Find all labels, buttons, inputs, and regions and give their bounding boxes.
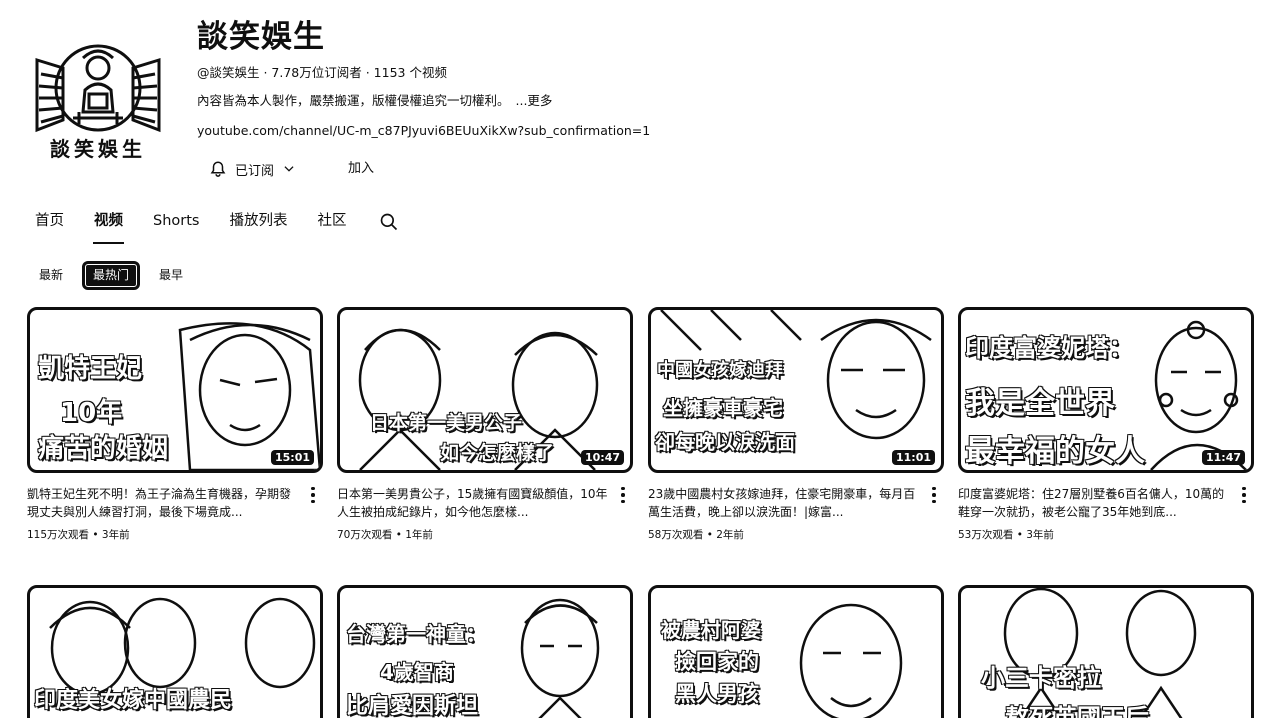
- tab-videos[interactable]: 视频: [79, 200, 138, 244]
- video-thumbnail[interactable]: 台灣第一神童： 4歲智商比肩愛因斯坦: [337, 585, 633, 718]
- thumbnail-caption: 4歲智商: [379, 659, 454, 684]
- thumbnail-caption: 最幸福的女人: [964, 433, 1145, 469]
- thumbnail-caption: 撿回家的: [674, 649, 759, 674]
- thumbnail-caption: 卻每晚以淚洗面: [654, 429, 795, 454]
- channel-info: 談笑娛生 @談笑娛生 · 7.78万位订阅者 · 1153 个视频 內容皆為本人…: [197, 16, 897, 140]
- tab-home[interactable]: 首页: [20, 200, 79, 244]
- avatar-text: 談笑娛生: [50, 137, 146, 161]
- channel-tabs: 首页 视频 Shorts 播放列表 社区: [20, 200, 411, 244]
- thumbnail-caption: 痛苦的婚姻: [37, 433, 169, 464]
- video-details: 日本第一美男貴公子，15歲擁有國寶級顏值，10年人生被拍成紀錄片，如今他怎麼樣.…: [337, 485, 633, 542]
- thumbnail-caption: 如今怎麼樣了: [439, 441, 555, 464]
- channel-link[interactable]: youtube.com/channel/UC-m_c87PJyuvi6BEUuX…: [197, 122, 897, 140]
- thumbnail-caption: 黑人男孩: [674, 681, 759, 706]
- video-thumbnail[interactable]: 中國女孩嫁迪拜 坐擁豪車豪宅 卻每晚以淚洗面 11:01: [648, 307, 944, 473]
- video-title[interactable]: 凱特王妃生死不明！為王子淪為生育機器，孕期發現丈夫與別人練習打洞，最後下場竟成.…: [27, 485, 299, 521]
- video-thumbnail[interactable]: 凱特王妃 10年痛苦的婚姻 15:01: [27, 307, 323, 473]
- video-duration-badge: 11:47: [1201, 450, 1245, 465]
- join-button[interactable]: 加入: [336, 154, 386, 184]
- video-thumbnail[interactable]: 小三卡密拉熬死英國王后: [958, 585, 1254, 718]
- bell-icon: [209, 160, 227, 178]
- video-thumbnail[interactable]: 印度富婆妮塔： 我是全世界最幸福的女人 11:47: [958, 307, 1254, 473]
- video-card[interactable]: 印度富婆妮塔： 我是全世界最幸福的女人 11:47 印度富婆妮塔：住27層別墅養6百名…: [958, 307, 1254, 542]
- video-stats: 115万次观看 • 3年前: [27, 529, 130, 541]
- chevron-down-icon: [282, 162, 296, 176]
- video-stats: 58万次观看 • 2年前: [648, 529, 744, 541]
- thumbnail-caption: 印度富婆妮塔：: [964, 333, 1133, 362]
- video-thumbnail[interactable]: 日本第一美男公子如今怎麼樣了 10:47: [337, 307, 633, 473]
- channel-avatar[interactable]: 談笑娛生: [33, 38, 163, 164]
- channel-description[interactable]: 內容皆為本人製作，嚴禁搬運，版權侵權追究一切權利。 ...更多: [197, 92, 897, 110]
- sort-popular-chip[interactable]: 最热门: [82, 261, 141, 290]
- video-stats: 70万次观看 • 1年前: [337, 529, 433, 541]
- video-thumbnail[interactable]: 被農村阿婆撿回家的黑人男孩: [648, 585, 944, 718]
- video-title[interactable]: 23歲中國農村女孩嫁迪拜，住豪宅開豪車，每月百萬生活費，晚上卻以淚洗面！|嫁富.…: [648, 485, 920, 521]
- more-link[interactable]: ...更多: [516, 93, 553, 108]
- thumbnail-caption: 印度美女嫁中國農民: [33, 687, 233, 713]
- thumbnail-caption: 凱特王妃: [37, 353, 143, 384]
- tab-playlists[interactable]: 播放列表: [214, 200, 302, 244]
- video-details: 印度富婆妮塔：住27層別墅養6百名傭人，10萬的鞋穿一次就扔，被老公寵了35年她…: [958, 485, 1254, 542]
- description-text: 內容皆為本人製作，嚴禁搬運，版權侵權追究一切權利。: [197, 93, 510, 108]
- video-title[interactable]: 日本第一美男貴公子，15歲擁有國寶級顏值，10年人生被拍成紀錄片，如今他怎麼樣.…: [337, 485, 609, 521]
- video-card[interactable]: 印度美女嫁中國農民: [27, 585, 323, 718]
- thumbnail-caption: 台灣第一神童：: [345, 621, 486, 646]
- video-card[interactable]: 中國女孩嫁迪拜 坐擁豪車豪宅 卻每晚以淚洗面 11:01 23歲中國農村女孩嫁迪拜，住豪…: [648, 307, 944, 542]
- video-card[interactable]: 台灣第一神童： 4歲智商比肩愛因斯坦: [337, 585, 633, 718]
- video-stats: 53万次观看 • 3年前: [958, 529, 1054, 541]
- channel-logo: 談笑娛生: [35, 44, 161, 161]
- subscribed-button[interactable]: 已订阅: [197, 154, 308, 184]
- tab-community[interactable]: 社区: [302, 200, 361, 244]
- more-actions-icon[interactable]: [926, 485, 942, 505]
- channel-name: 談笑娛生: [197, 19, 325, 55]
- more-actions-icon[interactable]: [615, 485, 631, 505]
- video-duration-badge: 15:01: [270, 450, 314, 465]
- video-duration-badge: 11:01: [891, 450, 935, 465]
- channel-search-icon[interactable]: [367, 200, 411, 244]
- tab-shorts[interactable]: Shorts: [138, 200, 214, 244]
- thumbnail-caption: 比肩愛因斯坦: [345, 693, 479, 718]
- video-duration-badge: 10:47: [580, 450, 624, 465]
- sort-chips: 最新 最热门 最早: [28, 261, 194, 290]
- more-actions-icon[interactable]: [1236, 485, 1252, 505]
- thumbnail-caption: 小三卡密拉: [980, 663, 1101, 692]
- video-title[interactable]: 印度富婆妮塔：住27層別墅養6百名傭人，10萬的鞋穿一次就扔，被老公寵了35年她…: [958, 485, 1230, 521]
- sort-latest-chip[interactable]: 最新: [28, 261, 74, 290]
- thumbnail-caption: 日本第一美男公子: [369, 411, 523, 434]
- channel-meta: @談笑娛生 · 7.78万位订阅者 · 1153 个视频: [197, 65, 447, 80]
- video-details: 凱特王妃生死不明！為王子淪為生育機器，孕期發現丈夫與別人練習打洞，最後下場竟成.…: [27, 485, 323, 542]
- thumbnail-caption: 被農村阿婆: [660, 617, 761, 642]
- thumbnail-caption: 熬死英國王后: [1004, 703, 1149, 718]
- video-card[interactable]: 凱特王妃 10年痛苦的婚姻 15:01 凱特王妃生死不明！為王子淪為生育機器，孕期發現…: [27, 307, 323, 542]
- video-thumbnail[interactable]: 印度美女嫁中國農民: [27, 585, 323, 718]
- video-card[interactable]: 日本第一美男公子如今怎麼樣了 10:47 日本第一美男貴公子，15歲擁有國寶級顏值，…: [337, 307, 633, 542]
- channel-actions: 已订阅 加入: [197, 154, 386, 184]
- video-details: 23歲中國農村女孩嫁迪拜，住豪宅開豪車，每月百萬生活費，晚上卻以淚洗面！|嫁富.…: [648, 485, 944, 542]
- thumbnail-caption: 10年: [59, 397, 123, 428]
- video-card[interactable]: 被農村阿婆撿回家的黑人男孩: [648, 585, 944, 718]
- sort-oldest-chip[interactable]: 最早: [148, 261, 194, 290]
- subscribed-label: 已订阅: [235, 163, 275, 179]
- video-card[interactable]: 小三卡密拉熬死英國王后: [958, 585, 1254, 718]
- thumbnail-caption: 中國女孩嫁迪拜: [656, 359, 783, 381]
- more-actions-icon[interactable]: [305, 485, 321, 505]
- thumbnail-caption: 我是全世界: [964, 385, 1115, 421]
- thumbnail-caption: 坐擁豪車豪宅: [662, 395, 783, 420]
